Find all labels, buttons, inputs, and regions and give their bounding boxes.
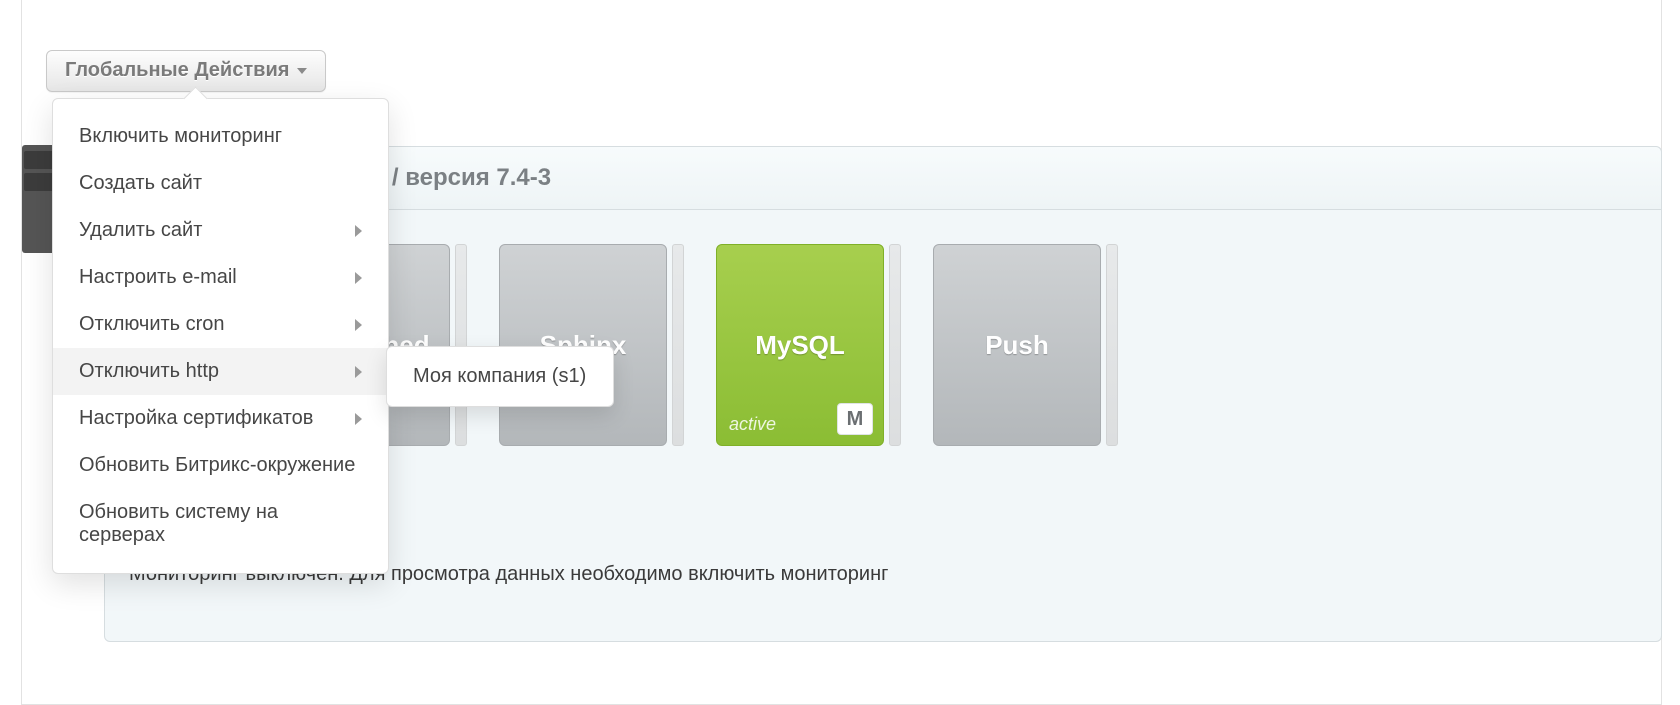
global-actions-label: Глобальные Действия <box>65 59 289 82</box>
service-tile-side-tag <box>1106 244 1118 446</box>
dropdown-item[interactable]: Удалить сайт <box>53 207 388 254</box>
dropdown-item[interactable]: Создать сайт <box>53 160 388 207</box>
dropdown-item-label: Отключить cron <box>79 313 225 336</box>
service-tile-side-tag <box>889 244 901 446</box>
chevron-right-icon <box>355 319 362 331</box>
dropdown-item[interactable]: Включить мониторинг <box>53 113 388 160</box>
service-tile-side-tag <box>455 244 467 446</box>
service-tile-side-tag <box>672 244 684 446</box>
service-tile-wrap: MySQL active M <box>716 244 901 446</box>
service-tile-wrap: Sphinx <box>499 244 684 446</box>
dropdown-item[interactable]: Отключить http <box>53 348 388 395</box>
service-tile-label: MySQL <box>755 330 845 361</box>
dropdown-item[interactable]: Отключить cron <box>53 301 388 348</box>
service-tile-wrap: Push <box>933 244 1118 446</box>
service-tile[interactable]: Push <box>933 244 1101 446</box>
service-status-label: active <box>729 414 776 435</box>
caret-down-icon <box>297 68 307 74</box>
dropdown-item-label: Отключить http <box>79 360 219 383</box>
dropdown-item-label: Удалить сайт <box>79 219 202 242</box>
global-actions-button[interactable]: Глобальные Действия <box>46 50 326 92</box>
submenu-item-label: Моя компания (s1) <box>413 365 586 387</box>
disable-http-submenu: Моя компания (s1) <box>386 346 614 407</box>
dropdown-item-label: Настроить e-mail <box>79 266 237 289</box>
chevron-right-icon <box>355 225 362 237</box>
service-tile[interactable]: Sphinx <box>499 244 667 446</box>
service-tile[interactable]: MySQL active M <box>716 244 884 446</box>
service-tile-label: Push <box>985 330 1049 361</box>
dropdown-item-label: Включить мониторинг <box>79 125 282 148</box>
dropdown-item[interactable]: Обновить систему на серверах <box>53 489 388 559</box>
global-actions-dropdown: Включить мониторинг Создать сайт Удалить с… <box>52 98 389 574</box>
dropdown-item-label: Создать сайт <box>79 172 202 195</box>
dropdown-item-label: Настройка сертификатов <box>79 407 313 430</box>
dropdown-item[interactable]: Настройка сертификатов <box>53 395 388 442</box>
dropdown-item-label: Обновить Битрикс-окружение <box>79 454 355 477</box>
submenu-item[interactable]: Моя компания (s1) <box>387 353 613 400</box>
master-badge: M <box>837 403 873 435</box>
dropdown-item[interactable]: Обновить Битрикс-окружение <box>53 442 388 489</box>
chevron-right-icon <box>355 272 362 284</box>
chevron-right-icon <box>355 366 362 378</box>
chevron-right-icon <box>355 413 362 425</box>
dropdown-item[interactable]: Настроить e-mail <box>53 254 388 301</box>
page-root: Глобальные Действия ab.com / 80.87.201.2… <box>0 0 1680 705</box>
dropdown-item-label: Обновить систему на серверах <box>79 501 362 547</box>
